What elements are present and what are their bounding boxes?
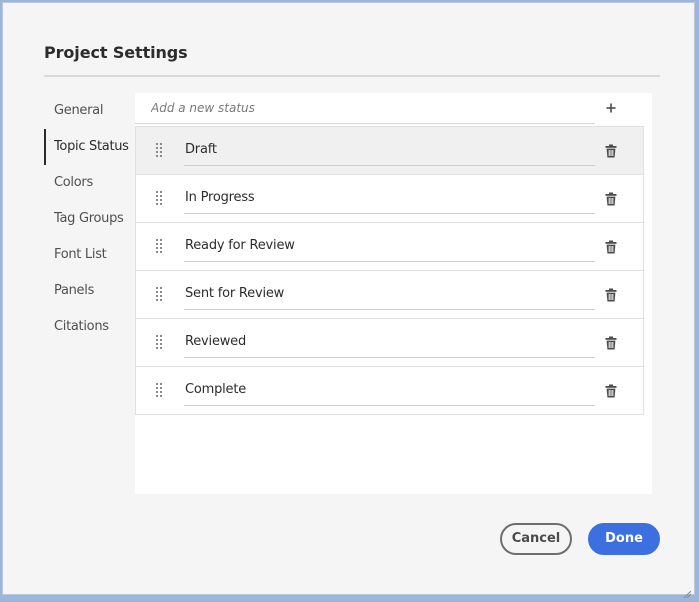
trash-icon[interactable] bbox=[605, 239, 617, 254]
resize-grip-icon[interactable] bbox=[683, 583, 692, 599]
nav-item-tag-groups[interactable]: Tag Groups bbox=[44, 201, 134, 237]
add-status-row bbox=[135, 93, 652, 126]
status-name-field[interactable]: Reviewed bbox=[184, 331, 595, 358]
drag-handle-icon[interactable] bbox=[156, 383, 164, 397]
status-name-field[interactable]: Draft bbox=[184, 139, 595, 166]
status-name-field[interactable]: Ready for Review bbox=[184, 235, 595, 262]
trash-icon[interactable] bbox=[605, 383, 617, 398]
cancel-button[interactable]: Cancel bbox=[500, 523, 572, 555]
status-name-field[interactable]: In Progress bbox=[184, 187, 595, 214]
drag-handle-icon[interactable] bbox=[156, 287, 164, 301]
nav-item-general[interactable]: General bbox=[44, 93, 134, 129]
trash-icon[interactable] bbox=[605, 287, 617, 302]
title-divider bbox=[44, 75, 660, 77]
drag-handle-icon[interactable] bbox=[156, 239, 164, 253]
status-row: Ready for Review bbox=[136, 223, 643, 271]
nav-item-panels[interactable]: Panels bbox=[44, 273, 134, 309]
nav-item-citations[interactable]: Citations bbox=[44, 309, 134, 345]
nav-item-colors[interactable]: Colors bbox=[44, 165, 134, 201]
done-button[interactable]: Done bbox=[588, 523, 660, 555]
status-row: In Progress bbox=[136, 175, 643, 223]
status-row: Sent for Review bbox=[136, 271, 643, 319]
project-settings-dialog: Project Settings General Topic Status Co… bbox=[2, 2, 695, 599]
nav-item-font-list[interactable]: Font List bbox=[44, 237, 134, 273]
add-status-input[interactable] bbox=[135, 93, 595, 124]
settings-nav: General Topic Status Colors Tag Groups F… bbox=[44, 93, 134, 345]
status-name-field[interactable]: Sent for Review bbox=[184, 283, 595, 310]
status-row: Complete bbox=[136, 367, 643, 415]
status-row: Reviewed bbox=[136, 319, 643, 367]
status-row: Draft bbox=[136, 127, 643, 175]
plus-icon[interactable] bbox=[603, 99, 619, 117]
trash-icon[interactable] bbox=[605, 143, 617, 158]
nav-item-topic-status[interactable]: Topic Status bbox=[44, 129, 134, 165]
dialog-title: Project Settings bbox=[44, 43, 188, 62]
trash-icon[interactable] bbox=[605, 191, 617, 206]
status-list: Draft In Progress Ready for Review Sent … bbox=[135, 126, 644, 415]
topic-status-panel: Draft bbox=[135, 93, 652, 494]
drag-handle-icon[interactable] bbox=[156, 143, 164, 157]
drag-handle-icon[interactable] bbox=[156, 335, 164, 349]
drag-handle-icon[interactable] bbox=[156, 191, 164, 205]
status-name-field[interactable]: Complete bbox=[184, 379, 595, 406]
trash-icon[interactable] bbox=[605, 335, 617, 350]
